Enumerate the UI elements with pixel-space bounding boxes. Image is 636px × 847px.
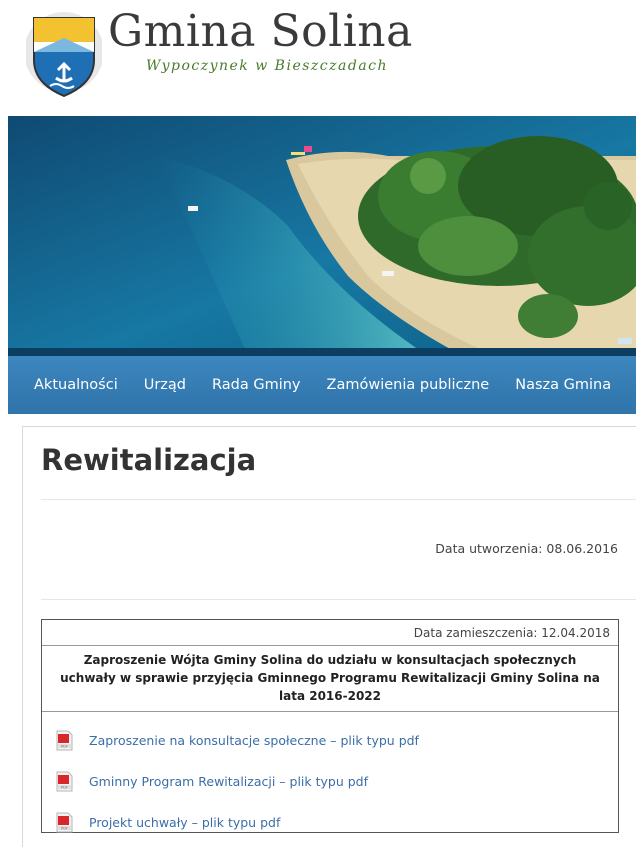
file-item: PDF Gminny Program Rewitalizacji – plik … <box>56 761 618 802</box>
page-title: Rewitalizacja <box>41 443 257 477</box>
main-nav: Aktualności Urząd Rada Gminy Zamówienia … <box>8 356 636 414</box>
divider <box>41 499 636 500</box>
nav-item-urzad[interactable]: Urząd <box>144 377 186 393</box>
pdf-icon: PDF <box>56 730 73 751</box>
nav-item-nasza-gmina[interactable]: Nasza Gmina <box>515 377 611 393</box>
content-panel: Rewitalizacja Data utworzenia: 08.06.201… <box>22 426 636 847</box>
svg-text:PDF: PDF <box>61 786 68 790</box>
site-title[interactable]: Gmina Solina <box>108 6 413 57</box>
file-link-program[interactable]: Gminny Program Rewitalizacji – plik typu… <box>89 774 368 789</box>
site-subtitle: Wypoczynek w Bieszczadach <box>146 58 389 74</box>
lake-image <box>8 116 636 356</box>
created-date: Data utworzenia: 08.06.2016 <box>435 541 618 556</box>
svg-text:PDF: PDF <box>61 827 68 831</box>
svg-text:PDF: PDF <box>61 745 68 749</box>
divider <box>41 599 636 600</box>
file-item: PDF Zaproszenie na konsultacje społeczne… <box>56 720 618 761</box>
pdf-icon: PDF <box>56 812 73 833</box>
pdf-icon: PDF <box>56 771 73 792</box>
file-link-zaproszenie[interactable]: Zaproszenie na konsultacje społeczne – p… <box>89 733 419 748</box>
document-table: Data zamieszczenia: 12.04.2018 Zaproszen… <box>41 619 619 833</box>
nav-item-aktualnosci[interactable]: Aktualności <box>34 377 118 393</box>
file-item: PDF Projekt uchwały – plik typu pdf <box>56 802 618 843</box>
site-header: Gmina Solina Wypoczynek w Bieszczadach <box>0 0 636 112</box>
file-list: PDF Zaproszenie na konsultacje społeczne… <box>42 712 618 843</box>
nav-item-zamowienia-publiczne[interactable]: Zamówienia publiczne <box>327 377 490 393</box>
document-title: Zaproszenie Wójta Gminy Solina do udział… <box>42 646 618 712</box>
posted-date: Data zamieszczenia: 12.04.2018 <box>42 620 618 646</box>
nav-item-rada-gminy[interactable]: Rada Gminy <box>212 377 301 393</box>
file-link-projekt[interactable]: Projekt uchwały – plik typu pdf <box>89 815 280 830</box>
hero-banner <box>8 116 636 356</box>
crest-icon[interactable] <box>26 12 102 98</box>
